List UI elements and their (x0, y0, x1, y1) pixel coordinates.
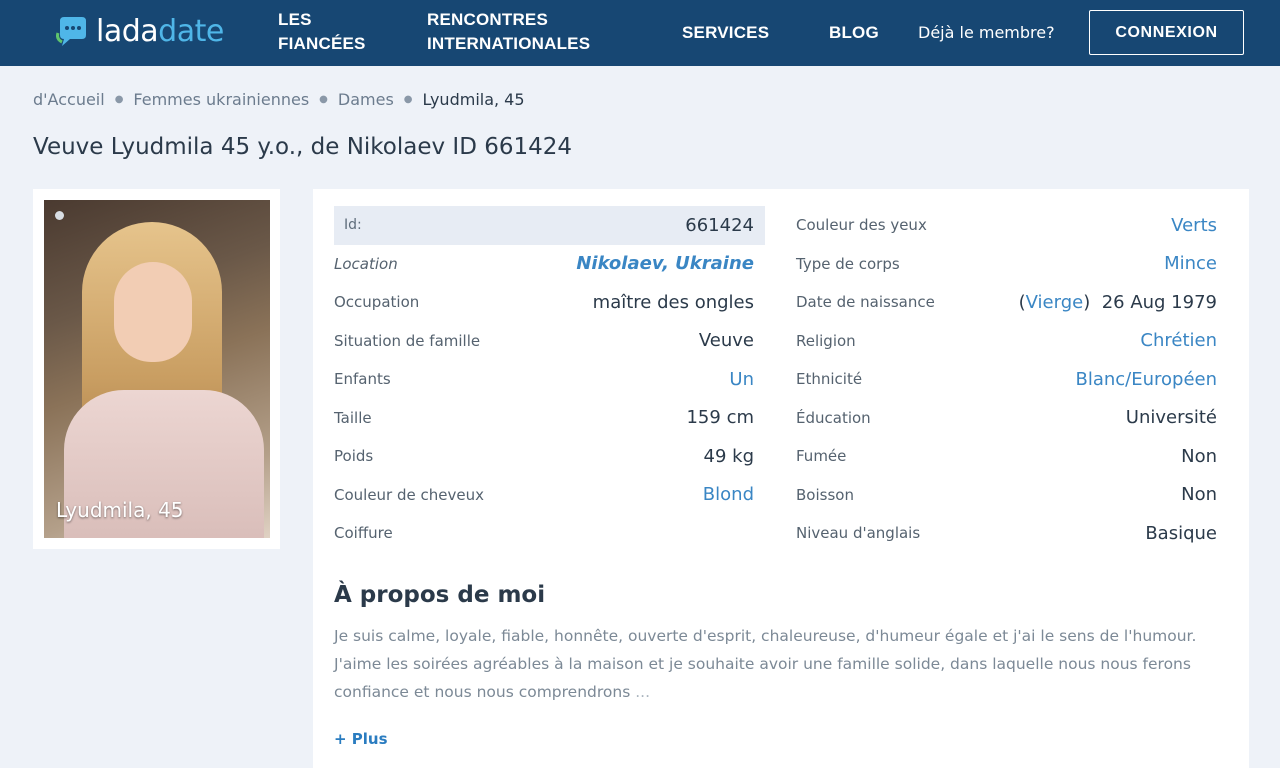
nav-services[interactable]: SERVICES (682, 21, 769, 45)
connexion-button[interactable]: CONNEXION (1089, 10, 1244, 55)
detail-row-id: Id: 661424 (334, 206, 765, 245)
hair-color-link[interactable]: Blond (703, 484, 754, 505)
breadcrumb-ladies[interactable]: Dames (338, 90, 394, 109)
detail-row-birth-date: Date de naissance (Vierge) 26 Aug 1979 (796, 291, 1217, 313)
site-logo[interactable]: ladadate (56, 14, 224, 49)
nav-rencontres-internationales[interactable]: RENCONTRES INTERNATIONALES (427, 8, 590, 56)
breadcrumb-separator: ● (403, 94, 413, 105)
page-title: Veuve Lyudmila 45 y.o., de Nikolaev ID 6… (33, 134, 573, 160)
detail-row-english-level: Niveau d'anglais Basique (796, 522, 1217, 544)
member-prompt[interactable]: Déjà le membre? (918, 21, 1055, 45)
online-status-dot-icon (55, 211, 64, 220)
detail-row-children: Enfants Un (334, 368, 754, 390)
breadcrumb-ukrainian-women[interactable]: Femmes ukrainiennes (133, 90, 309, 109)
breadcrumb: d'Accueil ● Femmes ukrainiennes ● Dames … (33, 90, 525, 109)
detail-row-hair-color: Couleur de cheveux Blond (334, 484, 754, 506)
details-left-column: Id: 661424 Location Nikolaev, Ukraine Oc… (334, 206, 765, 553)
photo-face-shape (114, 262, 192, 362)
chat-bubble-logo-icon (56, 16, 86, 46)
breadcrumb-separator: ● (319, 94, 328, 105)
breadcrumb-home[interactable]: d'Accueil (33, 90, 105, 109)
about-title: À propos de moi (334, 582, 546, 608)
detail-row-education: Éducation Université (796, 407, 1217, 429)
detail-row-marital-status: Situation de famille Veuve (334, 330, 754, 352)
site-header: ladadate LES FIANCÉES RENCONTRES INTERNA… (0, 0, 1280, 66)
religion-link[interactable]: Chrétien (1140, 330, 1217, 351)
ethnicity-link[interactable]: Blanc/Européen (1075, 369, 1217, 390)
show-more-link[interactable]: + Plus (334, 730, 388, 748)
children-link[interactable]: Un (729, 369, 754, 390)
detail-row-height: Taille 159 cm (334, 407, 754, 429)
detail-row-occupation: Occupation maître des ongles (334, 291, 754, 313)
detail-row-smoking: Fumée Non (796, 445, 1217, 467)
eye-color-link[interactable]: Verts (1171, 215, 1217, 236)
profile-photo-card: Lyudmila, 45 (33, 189, 280, 549)
profile-photo[interactable]: Lyudmila, 45 (44, 200, 270, 538)
profile-details-panel: Id: 661424 Location Nikolaev, Ukraine Oc… (313, 189, 1249, 768)
detail-row-ethnicity: Ethnicité Blanc/Européen (796, 368, 1217, 390)
birth-date-value: (Vierge) 26 Aug 1979 (1018, 291, 1217, 313)
details-right-column: Couleur des yeux Verts Type de corps Min… (796, 206, 1227, 553)
detail-row-hairstyle: Coiffure (334, 524, 393, 543)
logo-text: ladadate (96, 14, 224, 49)
detail-row-religion: Religion Chrétien (796, 330, 1217, 352)
detail-row-location: Location Nikolaev, Ukraine (334, 253, 754, 275)
detail-row-drinking: Boisson Non (796, 484, 1217, 506)
nav-blog[interactable]: BLOG (829, 21, 879, 45)
nav-les-fiancees[interactable]: LES FIANCÉES (278, 8, 366, 56)
location-link[interactable]: Nikolaev, Ukraine (576, 253, 754, 274)
body-type-link[interactable]: Mince (1164, 253, 1217, 274)
breadcrumb-separator: ● (114, 94, 124, 105)
zodiac-link[interactable]: Vierge (1026, 292, 1084, 313)
breadcrumb-current: Lyudmila, 45 (422, 90, 525, 109)
detail-row-weight: Poids 49 kg (334, 445, 754, 467)
photo-caption: Lyudmila, 45 (56, 498, 184, 522)
about-text: Je suis calme, loyale, fiable, honnête, … (334, 627, 1197, 701)
detail-row-eye-color: Couleur des yeux Verts (796, 214, 1217, 236)
detail-row-body-type: Type de corps Mince (796, 253, 1217, 275)
